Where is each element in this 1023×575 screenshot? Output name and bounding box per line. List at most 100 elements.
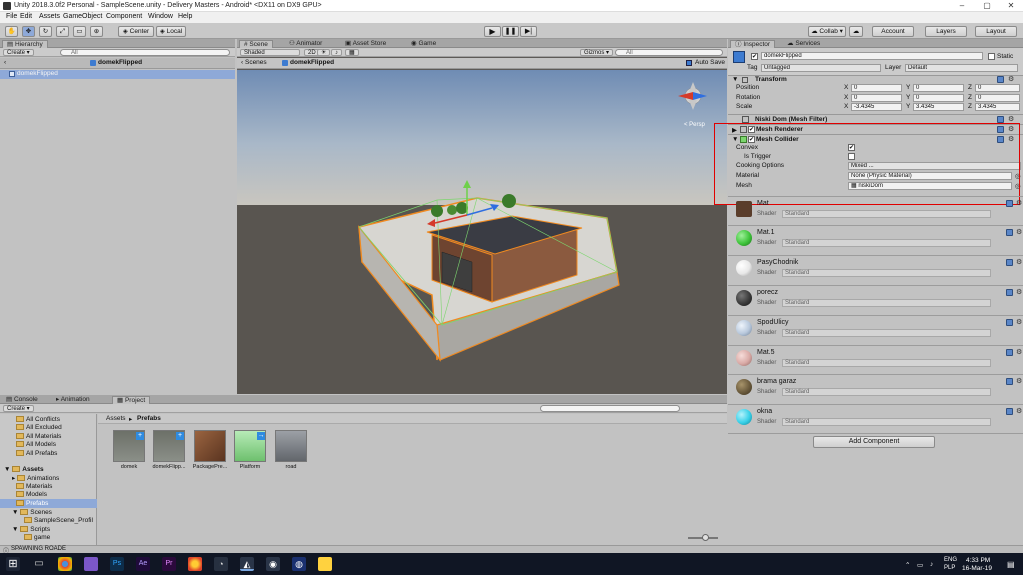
favorite-all-conflicts[interactable]: All Conflicts xyxy=(16,416,60,423)
unity-taskbar-icon[interactable]: ◭ xyxy=(240,557,254,571)
breadcrumb-prefabs[interactable]: Prefabs xyxy=(137,415,161,422)
layout-dropdown[interactable]: Layout xyxy=(975,26,1017,37)
transform-tool-icon[interactable]: ⊕ xyxy=(90,26,103,37)
chrome-icon[interactable] xyxy=(58,557,72,571)
settings-icon[interactable]: ⚙ xyxy=(1016,259,1023,266)
settings-icon[interactable]: ⚙ xyxy=(1016,200,1023,207)
folder-models[interactable]: Models xyxy=(16,491,47,498)
folder-materials[interactable]: Materials xyxy=(16,483,52,490)
autosave-checkbox[interactable] xyxy=(686,60,692,66)
rotation-z-input[interactable]: 0 xyxy=(975,94,1020,102)
folder-samplescene-profiles[interactable]: SampleScene_Profil xyxy=(24,517,93,524)
menu-assets[interactable]: Assets xyxy=(39,13,60,20)
help-icon[interactable] xyxy=(1006,229,1013,236)
tab-asset-store[interactable]: ▣ Asset Store xyxy=(341,40,390,48)
scale-x-input[interactable]: -3.4345 xyxy=(851,103,902,111)
shader-dropdown[interactable]: Standard xyxy=(782,359,991,367)
layers-dropdown[interactable]: Layers xyxy=(925,26,967,37)
favorite-all-materials[interactable]: All Materials xyxy=(16,433,61,440)
tab-project[interactable]: ▦ Project xyxy=(112,396,151,404)
pause-button[interactable]: ❚❚ xyxy=(502,26,519,37)
scenes-breadcrumb[interactable]: ‹ Scenes xyxy=(241,59,267,66)
hierarchy-search-input[interactable]: All xyxy=(60,49,230,56)
account-button[interactable]: Account xyxy=(872,26,914,37)
project-create-button[interactable]: Create ▾ xyxy=(3,405,34,412)
tab-scene[interactable]: # Scene xyxy=(239,40,273,48)
shader-dropdown[interactable]: Standard xyxy=(782,418,991,426)
material-row[interactable]: Mat.1 Shader Standard ⚙ xyxy=(728,225,1023,254)
scene-search-input[interactable]: All xyxy=(615,49,723,56)
after-effects-icon[interactable]: Ae xyxy=(136,557,150,571)
object-name-input[interactable]: domekFlipped xyxy=(761,52,983,60)
tab-services[interactable]: ☁ Services xyxy=(783,40,824,48)
help-icon[interactable] xyxy=(1006,378,1013,385)
folder-game[interactable]: game xyxy=(24,534,50,541)
scene-viewport[interactable]: < Persp xyxy=(237,70,727,394)
help-icon[interactable] xyxy=(1006,319,1013,326)
premiere-icon[interactable]: Pr xyxy=(162,557,176,571)
clock-date[interactable]: 16-Mar-19 xyxy=(962,565,992,572)
app-icon[interactable] xyxy=(318,557,332,571)
scene-header[interactable]: ‹ domekFlipped xyxy=(0,58,235,69)
shader-dropdown[interactable]: Standard xyxy=(782,210,991,218)
settings-icon[interactable]: ⚙ xyxy=(1008,76,1015,83)
collab-button[interactable]: ☁ Collab ▾ xyxy=(808,26,846,37)
app-icon[interactable]: ◉ xyxy=(266,557,280,571)
maximize-button[interactable]: ▢ xyxy=(975,0,999,12)
help-icon[interactable] xyxy=(997,116,1004,123)
notifications-icon[interactable]: ▤ xyxy=(1007,560,1015,569)
settings-icon[interactable]: ⚙ xyxy=(1016,378,1023,385)
position-z-input[interactable]: 0 xyxy=(975,84,1020,92)
battery-icon[interactable]: ▭ xyxy=(917,561,923,569)
settings-icon[interactable]: ⚙ xyxy=(1016,289,1023,296)
keyboard-layout[interactable]: PLP xyxy=(944,565,955,571)
hand-tool-icon[interactable]: ✋ xyxy=(5,26,18,37)
asset-thumbnail[interactable]: → xyxy=(234,430,266,462)
folder-animations[interactable]: ▸ Animations xyxy=(12,474,59,482)
rotate-tool-icon[interactable]: ↻ xyxy=(39,26,52,37)
gizmos-dropdown[interactable]: Gizmos ▾ xyxy=(580,49,614,56)
material-row[interactable]: brama garaz Shader Standard ⚙ xyxy=(728,374,1023,403)
menu-edit[interactable]: Edit xyxy=(20,13,32,20)
asset-thumbnail[interactable]: + xyxy=(153,430,185,462)
favorite-all-prefabs[interactable]: All Prefabs xyxy=(16,450,57,457)
cloud-icon[interactable]: ☁ xyxy=(849,26,863,37)
move-tool-icon[interactable]: ✥ xyxy=(22,26,35,37)
rect-tool-icon[interactable]: ▭ xyxy=(73,26,86,37)
favorite-all-excluded[interactable]: All Excluded xyxy=(16,424,62,431)
favorite-all-models[interactable]: All Models xyxy=(16,441,56,448)
position-y-input[interactable]: 0 xyxy=(913,84,964,92)
assets-root[interactable]: ▼ Assets xyxy=(4,466,44,473)
help-icon[interactable] xyxy=(997,76,1004,83)
project-search-input[interactable] xyxy=(540,405,680,412)
menu-file[interactable]: File xyxy=(6,13,17,20)
material-row[interactable]: SpodUlicy Shader Standard ⚙ xyxy=(728,315,1023,344)
hierarchy-create-button[interactable]: Create ▾ xyxy=(3,49,34,56)
folder-scenes[interactable]: ▼ Scenes xyxy=(12,509,52,516)
volume-icon[interactable]: ♪ xyxy=(930,561,933,568)
shader-dropdown[interactable]: Standard xyxy=(782,388,991,396)
material-row[interactable]: okna Shader Standard ⚙ xyxy=(728,404,1023,433)
shader-dropdown[interactable]: Standard xyxy=(782,239,991,247)
asset-thumbnail[interactable]: + xyxy=(113,430,145,462)
audio-toggle-icon[interactable]: ♪ xyxy=(331,49,342,56)
prefab-breadcrumb[interactable]: domekFlipped xyxy=(290,59,334,66)
rotation-y-input[interactable]: 0 xyxy=(913,94,964,102)
tab-hierarchy[interactable]: ▤ Hierarchy xyxy=(2,40,48,48)
tab-inspector[interactable]: ⓘ Inspector xyxy=(730,40,776,48)
tab-game[interactable]: ◉ Game xyxy=(407,40,440,48)
scale-y-input[interactable]: 3.4345 xyxy=(913,103,964,111)
material-row[interactable]: porecz Shader Standard ⚙ xyxy=(728,285,1023,314)
shading-mode-dropdown[interactable]: Shaded xyxy=(240,49,300,56)
active-checkbox[interactable]: ✔ xyxy=(751,53,758,60)
menu-component[interactable]: Component xyxy=(106,13,142,20)
material-row[interactable]: Mat.5 Shader Standard ⚙ xyxy=(728,345,1023,374)
shader-dropdown[interactable]: Standard xyxy=(782,269,991,277)
tab-animator[interactable]: ⚇ Animator xyxy=(285,40,326,48)
step-button[interactable]: ▶| xyxy=(520,26,537,37)
scale-tool-icon[interactable]: ⤢ xyxy=(56,26,69,37)
windows-start-icon[interactable]: ⊞ xyxy=(6,557,20,571)
menu-window[interactable]: Window xyxy=(148,13,173,20)
shader-dropdown[interactable]: Standard xyxy=(782,329,991,337)
app-icon[interactable]: ◔ xyxy=(214,557,228,571)
